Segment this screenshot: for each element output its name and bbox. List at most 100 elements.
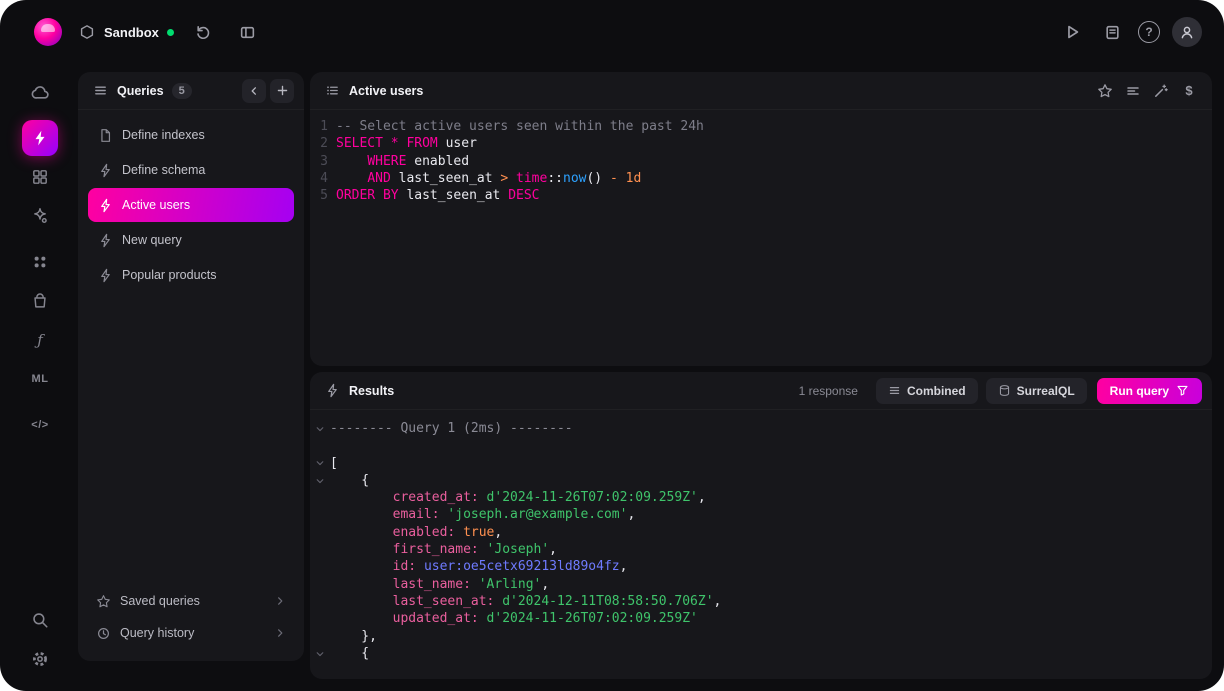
instance-name: Sandbox	[104, 24, 159, 40]
layout-toggle-button[interactable]	[234, 18, 262, 46]
surrealql-view-button[interactable]: SurrealQL	[985, 377, 1087, 404]
query-item-active-users[interactable]: Active users	[88, 188, 294, 222]
refresh-button[interactable]	[190, 18, 218, 46]
funnel-icon	[1177, 385, 1188, 396]
query-item-define-schema[interactable]: Define schema	[88, 153, 294, 187]
documentation-button[interactable]	[1098, 18, 1126, 46]
lightning-icon	[98, 163, 113, 178]
collapse-chevron-icon[interactable]	[310, 472, 330, 489]
main-area: Active users $ 1 -- Select active users …	[310, 72, 1212, 679]
help-glyph: ?	[1145, 25, 1153, 39]
sidebar-search[interactable]	[22, 602, 58, 638]
chevron-left-icon	[251, 86, 256, 95]
chevron-right-icon	[274, 627, 286, 639]
lightning-icon	[98, 268, 113, 283]
sidebar-designer[interactable]	[22, 198, 58, 234]
surrealql-label: SurrealQL	[1016, 383, 1075, 398]
sidebar-cloud[interactable]	[22, 74, 58, 110]
variables-button[interactable]: $	[1176, 78, 1202, 104]
ml-icon: ML	[31, 373, 49, 385]
functions-icon: ƒ	[37, 331, 43, 349]
query-history-item[interactable]: Query history	[88, 617, 294, 649]
query-item-label: Popular products	[122, 268, 217, 282]
lightning-icon	[98, 198, 113, 213]
app-body: ƒ ML </> Queries 5 Define indexes Define…	[0, 64, 1224, 691]
sidebar-query[interactable]	[22, 120, 58, 156]
code-line: 3 WHERE enabled	[320, 153, 470, 169]
magic-wand-icon	[1155, 84, 1168, 97]
code-line: 1 -- Select active users seen within the …	[320, 119, 704, 134]
collapse-chevron-icon[interactable]	[310, 455, 330, 472]
chevron-right-icon	[274, 595, 286, 607]
results-header: Results 1 response Combined SurrealQL Ru…	[310, 372, 1212, 410]
results-panel: Results 1 response Combined SurrealQL Ru…	[310, 372, 1212, 679]
query-item-new-query[interactable]: New query	[88, 223, 294, 257]
lightning-icon	[98, 233, 113, 248]
sidebar-functions[interactable]: ƒ	[22, 322, 58, 358]
code-line: -------- Query 1 (2ms) --------	[310, 420, 1212, 437]
sidebar-models[interactable]: ML	[22, 361, 58, 397]
query-editor[interactable]: 1 -- Select active users seen within the …	[310, 110, 1212, 204]
favorite-button[interactable]	[1092, 78, 1118, 104]
query-item-label: Define schema	[122, 163, 206, 177]
sidebar-settings[interactable]	[22, 641, 58, 677]
query-item-define-indexes[interactable]: Define indexes	[88, 118, 294, 152]
code-line: {	[310, 472, 1212, 489]
sidebar-graphql[interactable]	[22, 244, 58, 280]
app-logo[interactable]	[34, 18, 62, 46]
editor-header: Active users $	[310, 72, 1212, 110]
collapse-panel-button[interactable]	[242, 78, 266, 103]
queries-panel-header: Queries 5	[78, 72, 304, 110]
search-icon	[33, 613, 48, 628]
gear-icon	[33, 652, 47, 666]
query-history-label: Query history	[120, 626, 195, 640]
collapse-chevron-icon[interactable]	[310, 420, 330, 437]
cloud-icon	[31, 85, 49, 99]
code-line: 5 ORDER BY last_seen_at DESC	[320, 188, 540, 204]
combined-view-button[interactable]: Combined	[875, 377, 978, 404]
assist-button[interactable]	[1148, 78, 1174, 104]
code-line: 2 SELECT * FROM user	[320, 136, 477, 152]
query-item-popular-products[interactable]: Popular products	[88, 258, 294, 292]
collapse-chevron-icon[interactable]	[310, 645, 330, 662]
queries-count-badge: 5	[171, 82, 192, 99]
help-button[interactable]: ?	[1138, 21, 1160, 43]
run-query-label: Run query	[1109, 383, 1169, 398]
topbar: Sandbox ?	[0, 0, 1224, 64]
instance-selector[interactable]: Sandbox	[78, 23, 174, 41]
code-icon: </>	[31, 419, 49, 431]
sidebar-explorer[interactable]	[22, 159, 58, 195]
results-output: -------- Query 1 (2ms) -------- [ { crea…	[310, 410, 1212, 662]
sidebar-authentication[interactable]	[22, 283, 58, 319]
sidebar-api-docs[interactable]: </>	[22, 407, 58, 443]
response-count: 1 response	[798, 383, 858, 398]
queries-title: Queries	[117, 83, 164, 98]
queries-panel-footer: Saved queries Query history	[78, 579, 304, 661]
query-item-label: Define indexes	[122, 128, 205, 142]
new-query-button[interactable]	[270, 78, 294, 103]
user-icon	[1181, 26, 1193, 39]
code-line: last_name: 'Arling',	[392, 576, 550, 592]
format-button[interactable]	[1120, 78, 1146, 104]
play-button[interactable]	[1058, 18, 1086, 46]
run-query-button[interactable]: Run query	[1096, 377, 1202, 404]
database-icon	[998, 384, 1011, 397]
code-line: 4 AND last_seen_at > time::now() - 1d	[320, 170, 642, 186]
code-line: email: 'joseph.ar@example.com',	[392, 507, 636, 523]
lines-icon	[1127, 86, 1139, 95]
query-editor-panel: Active users $ 1 -- Select active users …	[310, 72, 1212, 366]
sandbox-hexagon-icon	[78, 23, 96, 41]
account-button[interactable]	[1172, 17, 1202, 47]
list-icon[interactable]	[91, 82, 109, 100]
grid-icon	[33, 170, 47, 184]
star-icon	[1098, 83, 1112, 97]
editor-title: Active users	[349, 83, 424, 98]
combined-label: Combined	[906, 383, 966, 398]
query-item-label: Active users	[122, 198, 191, 212]
query-list: Define indexes Define schema Active user…	[78, 110, 304, 293]
status-dot	[166, 28, 174, 36]
saved-queries-item[interactable]: Saved queries	[88, 585, 294, 617]
code-line: last_seen_at: d'2024-12-11T08:58:50.706Z…	[392, 593, 722, 609]
code-line: },	[330, 628, 377, 644]
